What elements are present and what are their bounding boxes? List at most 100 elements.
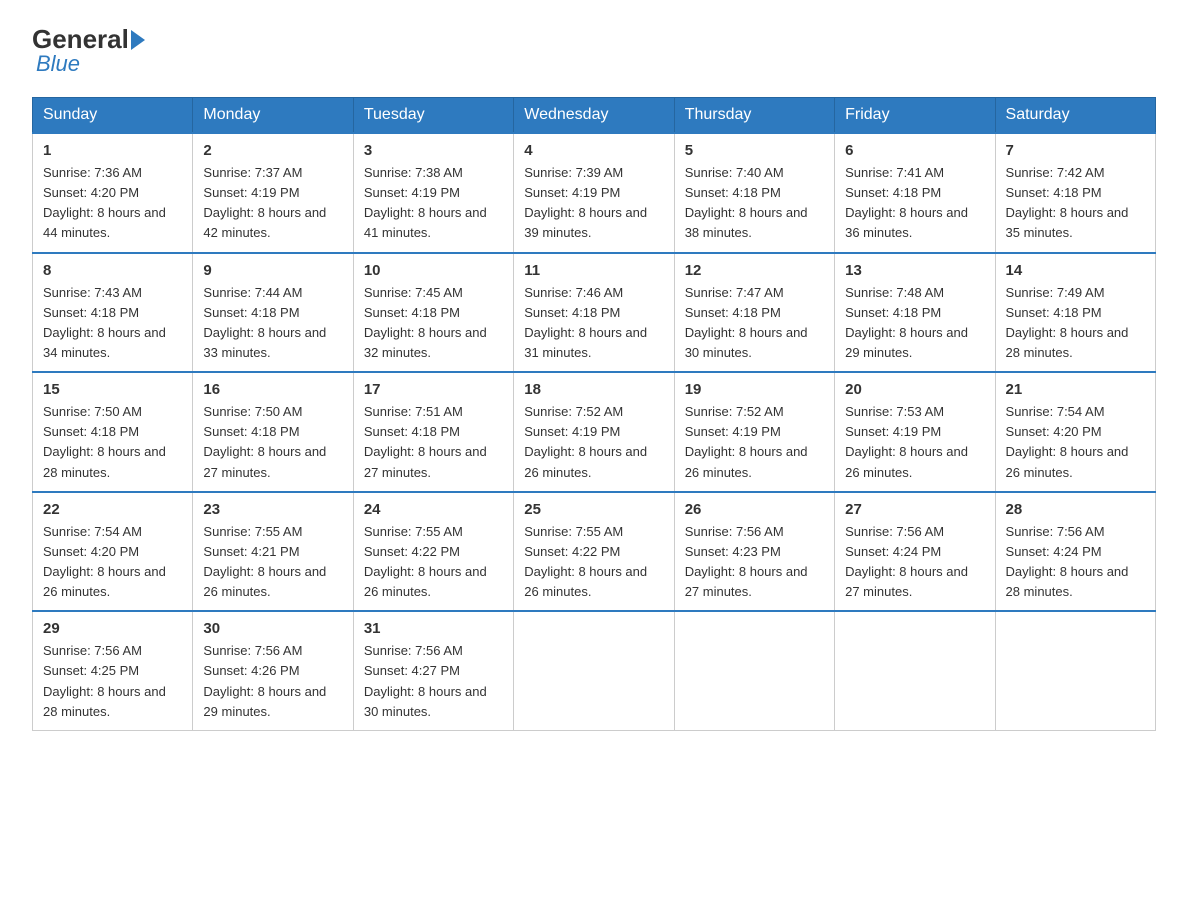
day-number: 29 bbox=[43, 620, 182, 637]
day-info: Sunrise: 7:54 AM Sunset: 4:20 PM Dayligh… bbox=[43, 522, 182, 603]
day-info: Sunrise: 7:37 AM Sunset: 4:19 PM Dayligh… bbox=[203, 163, 342, 244]
calendar-cell: 17 Sunrise: 7:51 AM Sunset: 4:18 PM Dayl… bbox=[353, 372, 513, 492]
day-number: 26 bbox=[685, 501, 824, 518]
day-info: Sunrise: 7:55 AM Sunset: 4:21 PM Dayligh… bbox=[203, 522, 342, 603]
calendar-cell: 2 Sunrise: 7:37 AM Sunset: 4:19 PM Dayli… bbox=[193, 133, 353, 253]
day-info: Sunrise: 7:39 AM Sunset: 4:19 PM Dayligh… bbox=[524, 163, 663, 244]
day-number: 2 bbox=[203, 142, 342, 159]
day-number: 25 bbox=[524, 501, 663, 518]
calendar-cell: 29 Sunrise: 7:56 AM Sunset: 4:25 PM Dayl… bbox=[33, 611, 193, 730]
calendar-cell bbox=[674, 611, 834, 730]
day-number: 15 bbox=[43, 381, 182, 398]
day-number: 23 bbox=[203, 501, 342, 518]
day-info: Sunrise: 7:52 AM Sunset: 4:19 PM Dayligh… bbox=[685, 402, 824, 483]
day-number: 13 bbox=[845, 262, 984, 279]
day-info: Sunrise: 7:51 AM Sunset: 4:18 PM Dayligh… bbox=[364, 402, 503, 483]
day-number: 17 bbox=[364, 381, 503, 398]
calendar-cell: 1 Sunrise: 7:36 AM Sunset: 4:20 PM Dayli… bbox=[33, 133, 193, 253]
calendar-cell: 6 Sunrise: 7:41 AM Sunset: 4:18 PM Dayli… bbox=[835, 133, 995, 253]
day-info: Sunrise: 7:40 AM Sunset: 4:18 PM Dayligh… bbox=[685, 163, 824, 244]
day-info: Sunrise: 7:55 AM Sunset: 4:22 PM Dayligh… bbox=[364, 522, 503, 603]
day-info: Sunrise: 7:44 AM Sunset: 4:18 PM Dayligh… bbox=[203, 283, 342, 364]
day-info: Sunrise: 7:56 AM Sunset: 4:27 PM Dayligh… bbox=[364, 641, 503, 722]
calendar-table: SundayMondayTuesdayWednesdayThursdayFrid… bbox=[32, 97, 1156, 731]
calendar-cell bbox=[835, 611, 995, 730]
calendar-week-row: 1 Sunrise: 7:36 AM Sunset: 4:20 PM Dayli… bbox=[33, 133, 1156, 253]
day-info: Sunrise: 7:46 AM Sunset: 4:18 PM Dayligh… bbox=[524, 283, 663, 364]
calendar-cell: 25 Sunrise: 7:55 AM Sunset: 4:22 PM Dayl… bbox=[514, 492, 674, 612]
day-info: Sunrise: 7:54 AM Sunset: 4:20 PM Dayligh… bbox=[1006, 402, 1145, 483]
day-info: Sunrise: 7:53 AM Sunset: 4:19 PM Dayligh… bbox=[845, 402, 984, 483]
calendar-cell: 19 Sunrise: 7:52 AM Sunset: 4:19 PM Dayl… bbox=[674, 372, 834, 492]
day-info: Sunrise: 7:42 AM Sunset: 4:18 PM Dayligh… bbox=[1006, 163, 1145, 244]
day-info: Sunrise: 7:56 AM Sunset: 4:24 PM Dayligh… bbox=[1006, 522, 1145, 603]
calendar-week-row: 29 Sunrise: 7:56 AM Sunset: 4:25 PM Dayl… bbox=[33, 611, 1156, 730]
calendar-cell: 11 Sunrise: 7:46 AM Sunset: 4:18 PM Dayl… bbox=[514, 253, 674, 373]
calendar-cell: 24 Sunrise: 7:55 AM Sunset: 4:22 PM Dayl… bbox=[353, 492, 513, 612]
day-number: 19 bbox=[685, 381, 824, 398]
day-info: Sunrise: 7:36 AM Sunset: 4:20 PM Dayligh… bbox=[43, 163, 182, 244]
day-info: Sunrise: 7:55 AM Sunset: 4:22 PM Dayligh… bbox=[524, 522, 663, 603]
day-info: Sunrise: 7:48 AM Sunset: 4:18 PM Dayligh… bbox=[845, 283, 984, 364]
logo-blue-text: Blue bbox=[32, 51, 80, 77]
calendar-cell: 15 Sunrise: 7:50 AM Sunset: 4:18 PM Dayl… bbox=[33, 372, 193, 492]
weekday-header-row: SundayMondayTuesdayWednesdayThursdayFrid… bbox=[33, 98, 1156, 134]
day-number: 6 bbox=[845, 142, 984, 159]
day-number: 1 bbox=[43, 142, 182, 159]
calendar-cell: 7 Sunrise: 7:42 AM Sunset: 4:18 PM Dayli… bbox=[995, 133, 1155, 253]
day-number: 8 bbox=[43, 262, 182, 279]
calendar-cell bbox=[995, 611, 1155, 730]
day-info: Sunrise: 7:56 AM Sunset: 4:23 PM Dayligh… bbox=[685, 522, 824, 603]
calendar-cell: 9 Sunrise: 7:44 AM Sunset: 4:18 PM Dayli… bbox=[193, 253, 353, 373]
calendar-cell: 23 Sunrise: 7:55 AM Sunset: 4:21 PM Dayl… bbox=[193, 492, 353, 612]
day-number: 27 bbox=[845, 501, 984, 518]
day-number: 20 bbox=[845, 381, 984, 398]
day-number: 21 bbox=[1006, 381, 1145, 398]
calendar-cell: 14 Sunrise: 7:49 AM Sunset: 4:18 PM Dayl… bbox=[995, 253, 1155, 373]
calendar-week-row: 8 Sunrise: 7:43 AM Sunset: 4:18 PM Dayli… bbox=[33, 253, 1156, 373]
day-info: Sunrise: 7:56 AM Sunset: 4:26 PM Dayligh… bbox=[203, 641, 342, 722]
weekday-header-thursday: Thursday bbox=[674, 98, 834, 134]
calendar-cell: 13 Sunrise: 7:48 AM Sunset: 4:18 PM Dayl… bbox=[835, 253, 995, 373]
weekday-header-tuesday: Tuesday bbox=[353, 98, 513, 134]
day-number: 3 bbox=[364, 142, 503, 159]
logo: General Blue bbox=[32, 24, 147, 77]
day-info: Sunrise: 7:43 AM Sunset: 4:18 PM Dayligh… bbox=[43, 283, 182, 364]
day-info: Sunrise: 7:38 AM Sunset: 4:19 PM Dayligh… bbox=[364, 163, 503, 244]
weekday-header-sunday: Sunday bbox=[33, 98, 193, 134]
weekday-header-friday: Friday bbox=[835, 98, 995, 134]
calendar-cell: 4 Sunrise: 7:39 AM Sunset: 4:19 PM Dayli… bbox=[514, 133, 674, 253]
day-info: Sunrise: 7:41 AM Sunset: 4:18 PM Dayligh… bbox=[845, 163, 984, 244]
calendar-cell: 26 Sunrise: 7:56 AM Sunset: 4:23 PM Dayl… bbox=[674, 492, 834, 612]
calendar-cell: 21 Sunrise: 7:54 AM Sunset: 4:20 PM Dayl… bbox=[995, 372, 1155, 492]
calendar-week-row: 15 Sunrise: 7:50 AM Sunset: 4:18 PM Dayl… bbox=[33, 372, 1156, 492]
day-number: 16 bbox=[203, 381, 342, 398]
day-info: Sunrise: 7:56 AM Sunset: 4:24 PM Dayligh… bbox=[845, 522, 984, 603]
calendar-cell: 16 Sunrise: 7:50 AM Sunset: 4:18 PM Dayl… bbox=[193, 372, 353, 492]
calendar-cell: 18 Sunrise: 7:52 AM Sunset: 4:19 PM Dayl… bbox=[514, 372, 674, 492]
day-info: Sunrise: 7:45 AM Sunset: 4:18 PM Dayligh… bbox=[364, 283, 503, 364]
calendar-cell: 5 Sunrise: 7:40 AM Sunset: 4:18 PM Dayli… bbox=[674, 133, 834, 253]
day-number: 18 bbox=[524, 381, 663, 398]
calendar-cell: 8 Sunrise: 7:43 AM Sunset: 4:18 PM Dayli… bbox=[33, 253, 193, 373]
day-info: Sunrise: 7:47 AM Sunset: 4:18 PM Dayligh… bbox=[685, 283, 824, 364]
day-number: 10 bbox=[364, 262, 503, 279]
calendar-cell: 31 Sunrise: 7:56 AM Sunset: 4:27 PM Dayl… bbox=[353, 611, 513, 730]
day-number: 22 bbox=[43, 501, 182, 518]
day-number: 12 bbox=[685, 262, 824, 279]
day-number: 5 bbox=[685, 142, 824, 159]
calendar-cell: 10 Sunrise: 7:45 AM Sunset: 4:18 PM Dayl… bbox=[353, 253, 513, 373]
calendar-cell: 22 Sunrise: 7:54 AM Sunset: 4:20 PM Dayl… bbox=[33, 492, 193, 612]
calendar-cell: 30 Sunrise: 7:56 AM Sunset: 4:26 PM Dayl… bbox=[193, 611, 353, 730]
calendar-cell bbox=[514, 611, 674, 730]
day-info: Sunrise: 7:56 AM Sunset: 4:25 PM Dayligh… bbox=[43, 641, 182, 722]
day-info: Sunrise: 7:50 AM Sunset: 4:18 PM Dayligh… bbox=[203, 402, 342, 483]
day-number: 30 bbox=[203, 620, 342, 637]
day-number: 31 bbox=[364, 620, 503, 637]
weekday-header-monday: Monday bbox=[193, 98, 353, 134]
page-header: General Blue bbox=[32, 24, 1156, 77]
calendar-cell: 28 Sunrise: 7:56 AM Sunset: 4:24 PM Dayl… bbox=[995, 492, 1155, 612]
day-info: Sunrise: 7:49 AM Sunset: 4:18 PM Dayligh… bbox=[1006, 283, 1145, 364]
day-number: 4 bbox=[524, 142, 663, 159]
day-number: 7 bbox=[1006, 142, 1145, 159]
